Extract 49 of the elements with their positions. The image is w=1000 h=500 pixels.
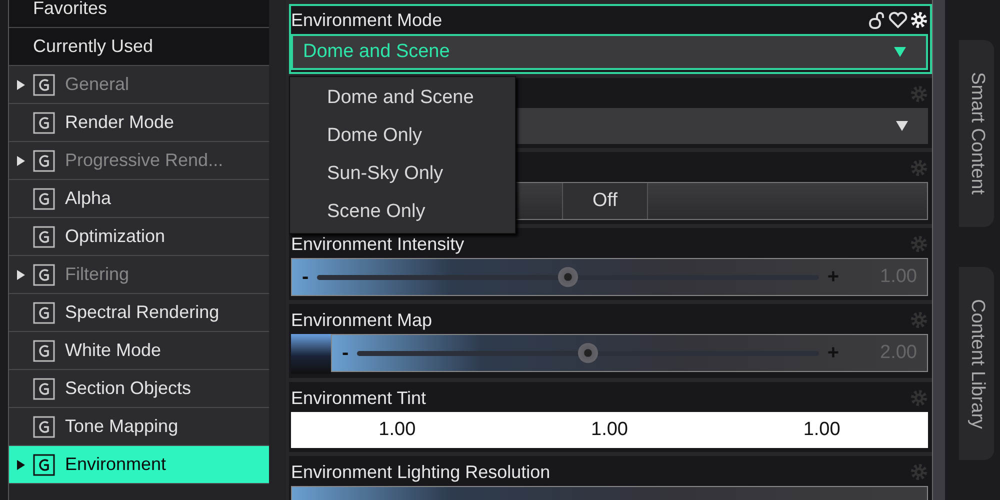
sidebar-item[interactable]: Favorites — [9, 0, 269, 28]
sidebar-item[interactable]: Render Mode — [9, 104, 269, 142]
property-label: Environment Lighting Resolution — [291, 462, 550, 482]
group-icon — [33, 74, 55, 96]
property-label: Environment Intensity — [291, 234, 464, 254]
sidebar-item[interactable]: Currently Used — [9, 28, 269, 66]
dropdown-field[interactable]: Dome and Scene — [291, 34, 928, 70]
side-tab[interactable]: Content Library — [959, 266, 994, 460]
dropdown-arrow-icon — [894, 47, 906, 57]
slider-thumb[interactable] — [558, 266, 578, 286]
sidebar-item[interactable]: Section Objects — [9, 370, 269, 408]
heart-icon[interactable] — [888, 11, 908, 29]
group-icon — [33, 264, 55, 286]
menu-option[interactable]: Sun-Sky Only — [290, 155, 515, 193]
sidebar-item[interactable]: Environment — [9, 446, 269, 484]
group-icon — [33, 340, 55, 362]
group-icon — [33, 150, 55, 172]
sidebar-item[interactable]: Spectral Rendering — [9, 294, 269, 332]
photo-placeholder[interactable] — [291, 334, 331, 374]
sidebar-item[interactable]: Alpha — [9, 180, 269, 218]
group-icon — [33, 378, 55, 400]
group-icon — [33, 226, 55, 248]
color-field[interactable]: 1.00 1.00 1.00 — [291, 412, 928, 448]
minus-icon[interactable]: - — [342, 342, 349, 364]
expand-arrow-icon[interactable] — [16, 458, 26, 470]
color-value: 1.00 — [803, 419, 840, 441]
group-icon — [33, 188, 55, 210]
menu-option[interactable]: Scene Only — [290, 193, 515, 231]
group-icon — [33, 454, 55, 476]
menu-option[interactable]: Dome and Scene — [290, 79, 515, 117]
sidebar-item[interactable]: Tone Mapping — [9, 408, 269, 446]
group-icon — [33, 416, 55, 438]
minus-icon[interactable]: - — [302, 266, 309, 288]
property-label: Environment Tint — [291, 388, 426, 408]
lock-icon[interactable] — [868, 11, 886, 29]
slider-thumb[interactable] — [578, 342, 598, 362]
color-value: 1.00 — [591, 419, 628, 441]
off-button[interactable]: Off — [562, 183, 648, 219]
dropdown-arrow-icon — [896, 121, 908, 131]
side-tab[interactable]: Smart Content — [959, 40, 994, 226]
sidebar-item[interactable]: Optimization — [9, 218, 269, 256]
color-value: 1.00 — [378, 419, 416, 441]
property-label: Environment Mode — [291, 10, 442, 30]
scrollbar[interactable] — [932, 0, 945, 500]
property-label: Environment Map — [291, 310, 432, 330]
group-icon — [33, 112, 55, 134]
menu-option[interactable]: Dome Only — [290, 117, 515, 155]
group-icon — [33, 302, 55, 324]
sidebar-item[interactable]: White Mode — [9, 332, 269, 370]
